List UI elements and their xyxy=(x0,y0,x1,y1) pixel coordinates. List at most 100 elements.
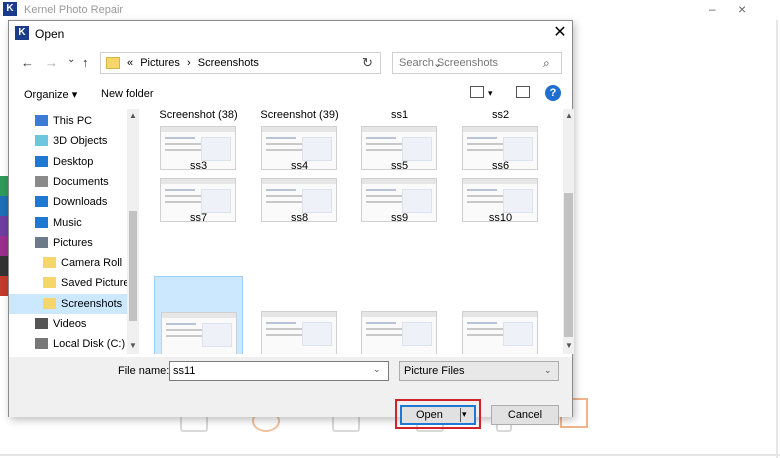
view-icon[interactable] xyxy=(470,86,484,98)
cancel-button[interactable]: Cancel xyxy=(491,405,559,425)
thumbnail-detail xyxy=(165,149,203,151)
file-item[interactable]: ss6 xyxy=(456,123,545,175)
sidebar-item-screenshots[interactable]: Screenshots xyxy=(9,293,127,314)
folder-icon xyxy=(106,57,120,69)
sidebar-item-label: Saved Pictures xyxy=(61,277,127,290)
file-list-scrollbar[interactable]: ▲ ▼ xyxy=(563,109,574,354)
file-item[interactable]: ss12 xyxy=(255,276,344,354)
sidebar-item-pictures[interactable]: Pictures xyxy=(9,233,127,253)
thumbnail-detail xyxy=(503,137,533,161)
file-name-label: Screenshot (38) xyxy=(159,109,238,121)
sidebar-item-label: Videos xyxy=(53,318,87,330)
open-dialog: K Open ✕ ← → ⌄ ↑ « Pictures › Screenshot… xyxy=(8,20,574,429)
preview-pane-icon[interactable] xyxy=(516,86,530,98)
chevron-down-icon[interactable]: ⌄ xyxy=(373,364,381,375)
new-folder-button[interactable]: New folder xyxy=(101,88,154,100)
file-item[interactable]: ss3 xyxy=(154,123,243,175)
organize-button[interactable]: Organize ▾ xyxy=(24,88,77,101)
file-item[interactable]: ss14 xyxy=(456,276,545,354)
sidebar-item-local-disk-c[interactable]: Local Disk (C:) xyxy=(9,334,127,354)
file-item[interactable]: ss2 xyxy=(456,109,545,123)
close-button[interactable]: × xyxy=(738,1,746,17)
sidebar-item-label: This PC xyxy=(53,115,93,127)
file-item[interactable]: ss1 xyxy=(355,109,444,123)
dialog-title: Open xyxy=(35,27,65,41)
sidebar-item-label: 3D Objects xyxy=(53,135,108,148)
scroll-thumb[interactable] xyxy=(129,211,137,321)
thumbnail-detail xyxy=(467,137,497,139)
file-item[interactable]: Screenshot (38) xyxy=(154,109,243,123)
breadcrumb-screenshots[interactable]: Screenshots xyxy=(198,57,259,69)
sidebar-item-saved-pictures[interactable]: Saved Pictures xyxy=(9,273,127,293)
help-icon[interactable]: ? xyxy=(545,85,561,101)
thumbnail-detail xyxy=(503,189,533,213)
file-type-select[interactable]: Picture Files ⌄ xyxy=(399,361,559,381)
sidebar-item-downloads[interactable]: Downloads xyxy=(9,192,127,212)
thumbnail-detail xyxy=(463,179,537,184)
thumbnail-detail xyxy=(201,137,231,161)
sidebar-item-3d-objects[interactable]: 3D Objects xyxy=(9,131,127,151)
file-list: Screenshot (38) Screenshot (39) ss1 ss2 ss3 s… xyxy=(145,109,561,354)
scroll-down-arrow[interactable]: ▼ xyxy=(129,341,137,350)
chevron-down-icon[interactable]: ⌄ xyxy=(544,365,552,376)
back-arrow-icon[interactable]: ← xyxy=(21,55,34,70)
file-item[interactable]: ss11 xyxy=(154,276,243,354)
sidebar-item-desktop[interactable]: Desktop xyxy=(9,152,127,172)
thumbnail-detail xyxy=(266,149,304,151)
search-box[interactable]: ⌕ xyxy=(392,52,562,74)
thumbnail-detail xyxy=(467,201,505,203)
breadcrumb-pictures[interactable]: Pictures xyxy=(140,57,180,69)
thumbnail-detail xyxy=(366,137,396,139)
address-bar[interactable]: « Pictures › Screenshots ⌄ xyxy=(100,52,442,74)
file-item[interactable]: ss7 xyxy=(154,175,243,227)
scroll-down-arrow[interactable]: ▼ xyxy=(565,341,573,350)
file-name-field[interactable]: ⌄ xyxy=(169,361,389,381)
file-name-label: File name: xyxy=(118,365,170,377)
file-item[interactable]: ss13 xyxy=(355,276,444,354)
scroll-thumb[interactable] xyxy=(564,193,573,337)
open-options-arrow[interactable]: ▾ xyxy=(462,409,467,420)
minimize-button[interactable]: – xyxy=(709,2,716,16)
app-color-strip xyxy=(0,176,8,196)
file-name-label: ss6 xyxy=(491,160,510,172)
file-item[interactable]: Screenshot (39) xyxy=(255,109,344,123)
file-item[interactable]: ss8 xyxy=(255,175,344,227)
thumbnail-detail xyxy=(362,127,436,132)
file-item[interactable]: ss4 xyxy=(255,123,344,175)
search-input[interactable] xyxy=(399,56,539,70)
scroll-up-arrow[interactable]: ▲ xyxy=(129,111,137,120)
sidebar-item-this-pc[interactable]: This PC xyxy=(9,111,127,131)
sidebar-item-camera-roll[interactable]: Camera Roll xyxy=(9,253,127,273)
drive-icon xyxy=(35,338,48,350)
sidebar-item-label: Downloads xyxy=(53,196,108,209)
sidebar-item-documents[interactable]: Documents xyxy=(9,172,127,192)
recent-locations-icon[interactable]: ⌄ xyxy=(67,54,75,65)
video-icon xyxy=(35,318,48,329)
scroll-up-arrow[interactable]: ▲ xyxy=(565,111,573,120)
search-icon[interactable]: ⌕ xyxy=(543,56,550,71)
file-item[interactable]: ss10 xyxy=(456,175,545,227)
file-name-input[interactable] xyxy=(173,364,368,378)
app-color-strip xyxy=(0,276,8,296)
thumbnail-detail xyxy=(402,189,432,213)
open-button[interactable]: Open ▾ xyxy=(400,405,476,425)
forward-arrow-icon[interactable]: → xyxy=(45,55,58,70)
dialog-close-button[interactable]: ✕ xyxy=(549,23,571,43)
sidebar-item-music[interactable]: Music xyxy=(9,213,127,233)
sidebar-item-label: Documents xyxy=(53,175,109,188)
thumbnail-detail xyxy=(266,322,296,324)
thumbnail-detail xyxy=(362,312,436,317)
file-item[interactable]: ss5 xyxy=(355,123,444,175)
navigation-scrollbar[interactable]: ▲ ▼ xyxy=(127,109,139,354)
file-item[interactable]: ss9 xyxy=(355,175,444,227)
breadcrumb[interactable]: « Pictures › Screenshots xyxy=(127,57,263,69)
thumbnail-detail xyxy=(302,322,332,346)
view-options-arrow[interactable]: ▾ xyxy=(488,88,493,99)
sidebar-item-videos[interactable]: Videos xyxy=(9,314,127,334)
desktop-icon xyxy=(35,155,48,167)
sidebar-item-label: Local Disk (C:) xyxy=(53,338,126,351)
sidebar-item-label: Pictures xyxy=(53,236,93,249)
refresh-button[interactable]: ↻ xyxy=(355,52,381,74)
up-arrow-icon[interactable]: ↑ xyxy=(82,55,89,70)
thumbnail-detail xyxy=(366,201,404,203)
